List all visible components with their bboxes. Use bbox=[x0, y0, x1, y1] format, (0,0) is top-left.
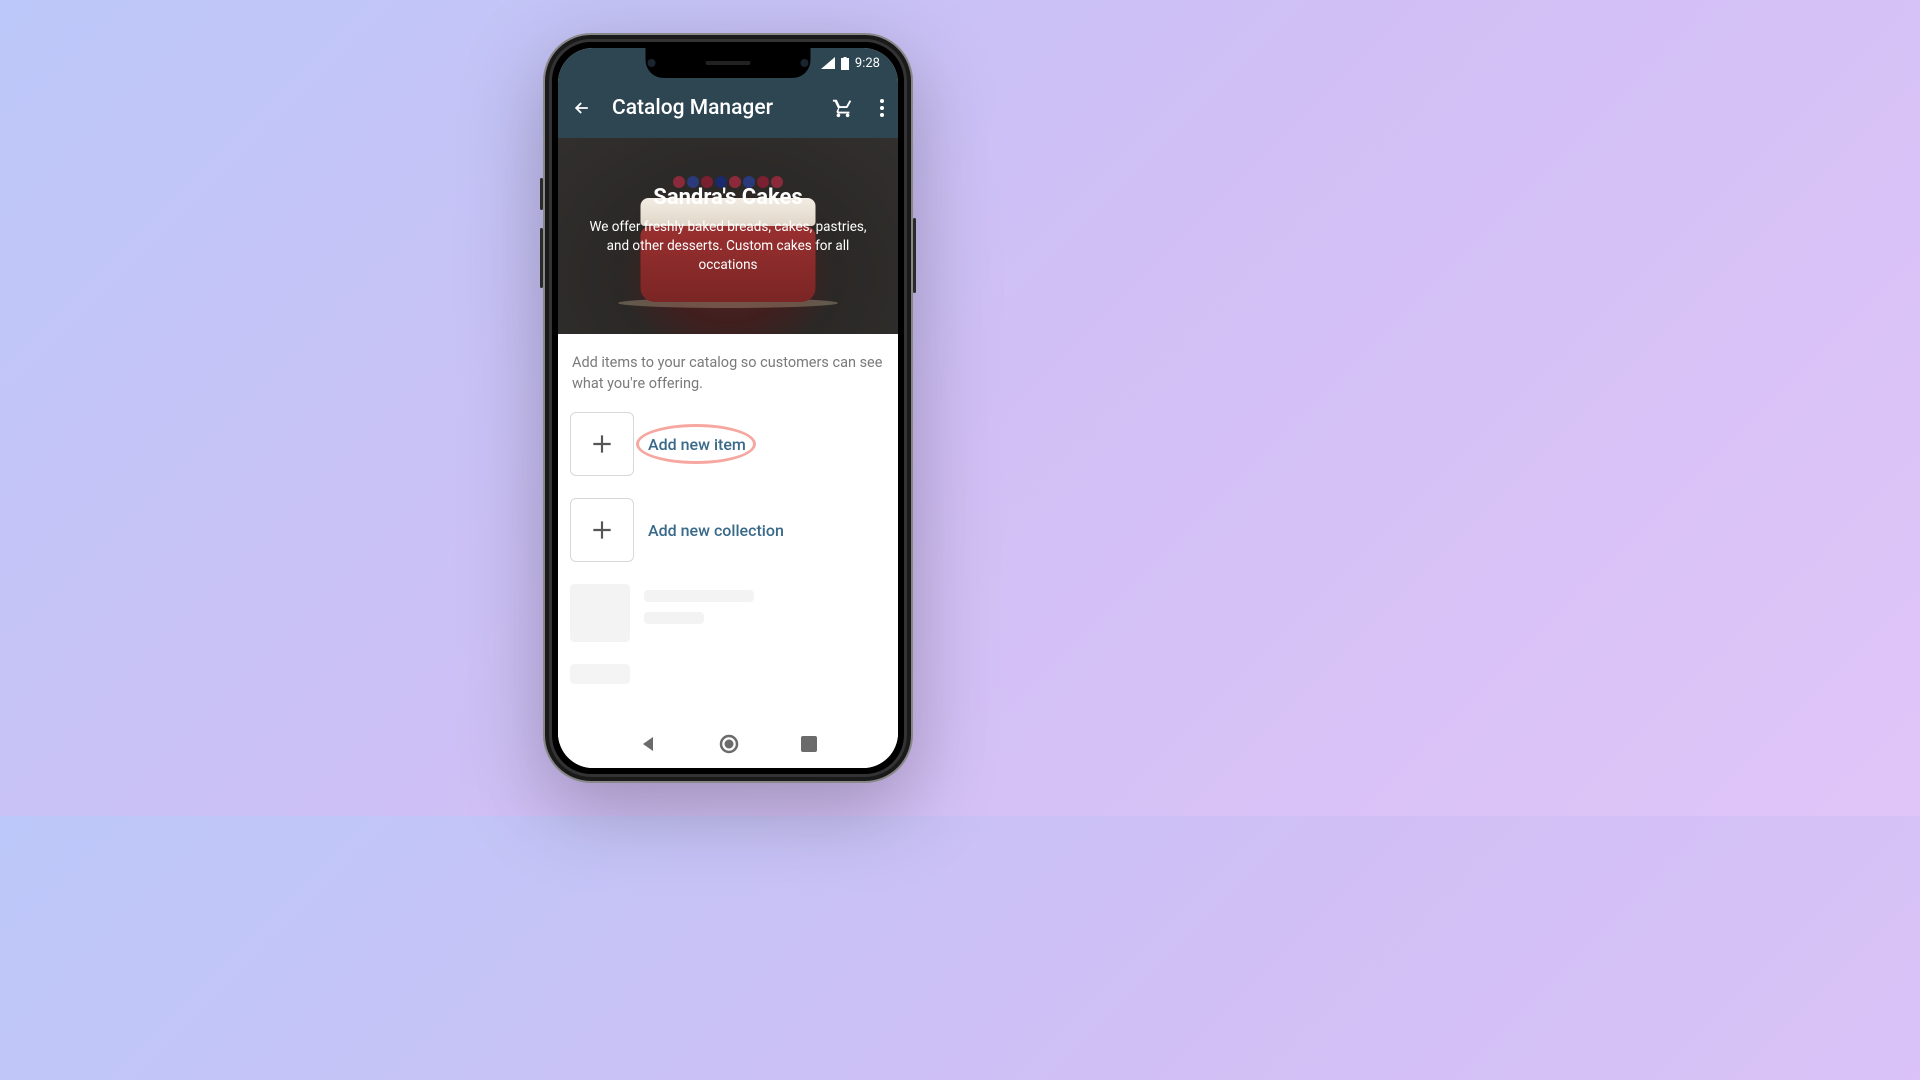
plus-icon-box bbox=[570, 498, 634, 562]
more-vert-icon[interactable] bbox=[880, 99, 884, 117]
cart-icon[interactable] bbox=[832, 97, 854, 119]
screen: 9:28 Catalog Manager Sandra bbox=[558, 48, 898, 768]
signal-icon bbox=[821, 57, 835, 69]
plus-icon-box bbox=[570, 412, 634, 476]
notch bbox=[646, 48, 811, 78]
catalog-hero: Sandra's Cakes We offer freshly baked br… bbox=[558, 138, 898, 334]
business-description: We offer freshly baked breads, cakes, pa… bbox=[586, 218, 870, 275]
app-actions bbox=[832, 97, 884, 119]
add-new-item-row[interactable]: Add new item bbox=[570, 412, 886, 476]
placeholder-line bbox=[644, 612, 704, 624]
nav-back-icon[interactable] bbox=[639, 735, 657, 753]
placeholder-thumb bbox=[570, 664, 630, 684]
catalog-hint: Add items to your catalog so customers c… bbox=[570, 350, 886, 412]
add-new-collection-label: Add new collection bbox=[648, 521, 784, 540]
android-nav-bar bbox=[558, 720, 898, 768]
sensor-dot bbox=[801, 59, 809, 67]
phone-mockup: 9:28 Catalog Manager Sandra bbox=[543, 33, 913, 783]
battery-icon bbox=[841, 57, 849, 70]
placeholder-lines bbox=[644, 584, 754, 642]
nav-recents-icon[interactable] bbox=[801, 736, 817, 752]
loading-placeholder bbox=[570, 664, 886, 684]
add-new-collection-row[interactable]: Add new collection bbox=[570, 498, 886, 562]
placeholder-thumb bbox=[570, 584, 630, 642]
back-arrow-icon[interactable] bbox=[572, 98, 592, 118]
app-bar: Catalog Manager bbox=[558, 78, 898, 138]
camera-dot bbox=[648, 59, 656, 67]
nav-home-icon[interactable] bbox=[719, 734, 739, 754]
power-button bbox=[913, 218, 916, 293]
placeholder-line bbox=[644, 590, 754, 602]
business-name: Sandra's Cakes bbox=[653, 185, 802, 210]
status-time: 9:28 bbox=[855, 56, 880, 71]
app-title: Catalog Manager bbox=[612, 96, 812, 120]
speaker-grille bbox=[706, 61, 751, 65]
add-new-item-label: Add new item bbox=[648, 435, 746, 454]
content-area: Add items to your catalog so customers c… bbox=[558, 334, 898, 684]
loading-placeholder bbox=[570, 584, 886, 642]
